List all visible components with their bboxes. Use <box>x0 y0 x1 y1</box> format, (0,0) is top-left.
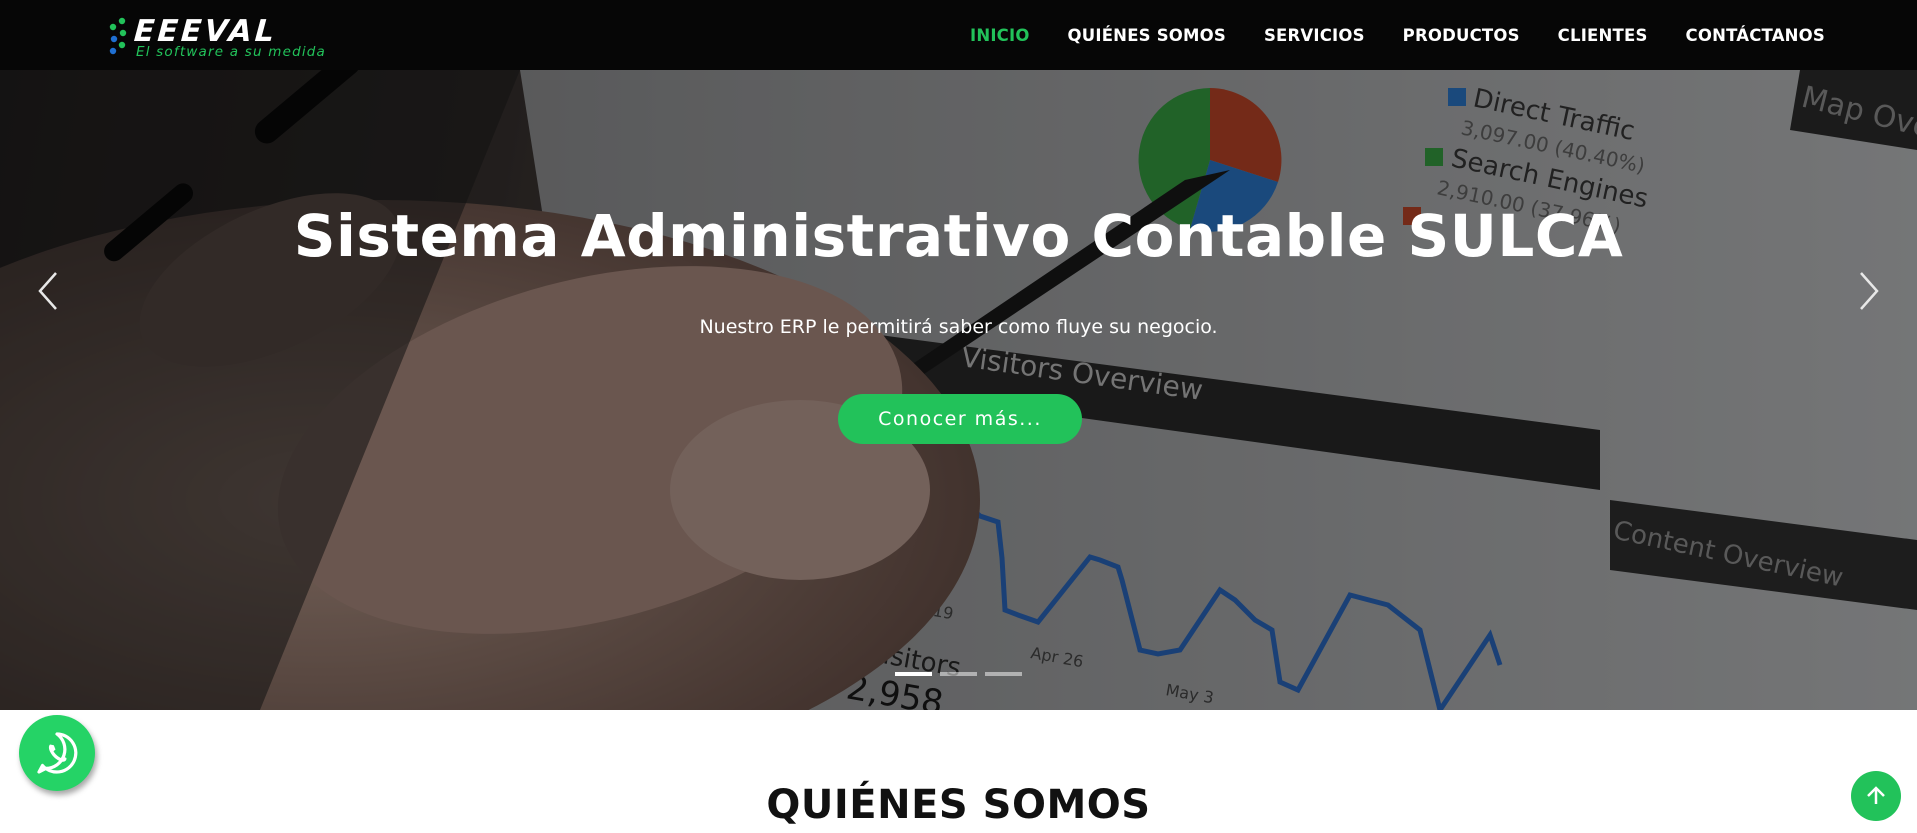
nav-link-servicios[interactable]: SERVICIOS <box>1264 26 1365 45</box>
nav-item-clientes: CLIENTES <box>1558 26 1648 45</box>
hero-carousel: Direct Traffic 3,097.00 (40.40%) Search … <box>0 70 1917 710</box>
conocer-mas-button[interactable]: Conocer más... <box>838 394 1082 444</box>
nav-link-productos[interactable]: PRODUCTOS <box>1403 26 1520 45</box>
chevron-left-icon <box>38 272 57 310</box>
nav-item-servicios: SERVICIOS <box>1264 26 1365 45</box>
carousel-indicator-2[interactable] <box>940 672 977 676</box>
carousel-indicator-1[interactable] <box>895 672 932 676</box>
navbar: EEEVAL El software a su medida INICIO QU… <box>0 0 1917 70</box>
whatsapp-button[interactable] <box>19 715 95 791</box>
nav-link-contactanos[interactable]: CONTÁCTANOS <box>1686 26 1825 45</box>
nav-link-quienes-somos[interactable]: QUIÉNES SOMOS <box>1068 26 1226 45</box>
arrow-up-icon <box>1867 786 1885 804</box>
chevron-right-icon <box>1860 272 1879 310</box>
carousel-indicators <box>0 672 1917 676</box>
whatsapp-icon <box>37 732 78 774</box>
nav-link-inicio[interactable]: INICIO <box>970 26 1030 45</box>
logo-tagline: El software a su medida <box>136 44 327 60</box>
scroll-to-top-button[interactable] <box>1851 771 1901 821</box>
logo[interactable]: EEEVAL El software a su medida <box>106 14 346 60</box>
logo-mark-icon <box>109 17 127 55</box>
hero-overlay <box>0 70 1917 710</box>
nav-item-productos: PRODUCTOS <box>1403 26 1520 45</box>
hero-subtitle: Nuestro ERP le permitirá saber como fluy… <box>699 316 1218 338</box>
carousel-indicator-3[interactable] <box>985 672 1022 676</box>
hero-title: Sistema Administrativo Contable SULCA <box>293 202 1624 270</box>
nav-item-contactanos: CONTÁCTANOS <box>1686 26 1825 45</box>
nav-link-clientes[interactable]: CLIENTES <box>1558 26 1648 45</box>
nav-item-inicio: INICIO <box>970 26 1030 45</box>
carousel-prev-button[interactable] <box>30 266 66 316</box>
carousel-next-button[interactable] <box>1851 266 1887 316</box>
nav-item-quienes-somos: QUIÉNES SOMOS <box>1068 26 1226 45</box>
nav-menu: INICIO QUIÉNES SOMOS SERVICIOS PRODUCTOS… <box>970 0 1825 70</box>
section-title-quienes-somos: QUIÉNES SOMOS <box>766 782 1151 828</box>
